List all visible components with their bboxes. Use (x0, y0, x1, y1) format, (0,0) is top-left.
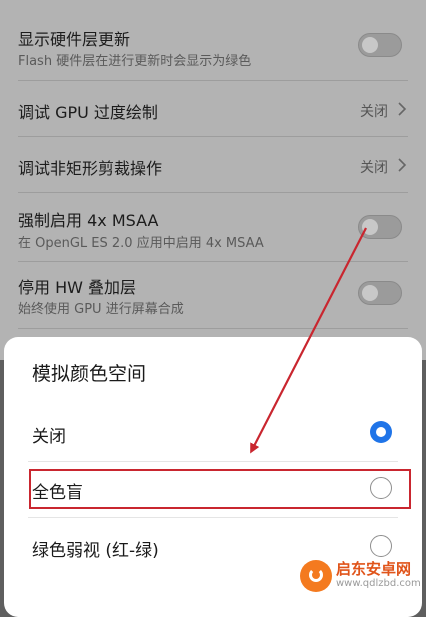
radio-selected-icon[interactable] (370, 421, 392, 443)
setting-force-4x-msaa[interactable]: 强制启用 4x MSAA 在 OpenGL ES 2.0 应用中启用 4x MS… (0, 193, 426, 261)
dialog-title: 模拟颜色空间 (32, 363, 147, 385)
setting-debug-non-rect-clip[interactable]: 调试非矩形剪裁操作 关闭 (0, 137, 426, 192)
setting-show-hw-layer-updates[interactable]: 显示硬件层更新 Flash 硬件层在进行更新时会显示为绿色 (0, 0, 426, 80)
option-label: 关闭 (32, 427, 66, 447)
setting-subtitle: Flash 硬件层在进行更新时会显示为绿色 (18, 54, 252, 69)
toggle-knob (362, 37, 378, 53)
chevron-right-icon (398, 102, 407, 116)
toggle-knob (362, 285, 378, 301)
toggle-switch[interactable] (358, 215, 402, 239)
divider (28, 461, 398, 462)
developer-settings-list: 显示硬件层更新 Flash 硬件层在进行更新时会显示为绿色 调试 GPU 过度绘… (0, 0, 426, 360)
setting-value: 关闭 (360, 160, 388, 176)
divider (18, 328, 408, 329)
toggle-switch[interactable] (358, 33, 402, 57)
watermark-logo-icon (300, 560, 332, 592)
setting-title: 显示硬件层更新 (18, 30, 131, 49)
watermark-url: www.qdlzbd.com (336, 578, 421, 589)
setting-subtitle: 始终使用 GPU 进行屏幕合成 (18, 302, 184, 317)
radio-unselected-icon[interactable] (370, 535, 392, 557)
setting-title: 调试 GPU 过度绘制 (18, 103, 158, 122)
chevron-right-icon (398, 158, 407, 172)
setting-subtitle: 在 OpenGL ES 2.0 应用中启用 4x MSAA (18, 236, 264, 251)
divider (28, 517, 398, 518)
option-off[interactable]: 关闭 (4, 407, 422, 461)
watermark: 启东安卓网 www.qdlzbd.com (296, 556, 424, 596)
setting-disable-hw-overlays[interactable]: 停用 HW 叠加层 始终使用 GPU 进行屏幕合成 (0, 262, 426, 328)
option-label: 绿色弱视 (红-绿) (32, 541, 159, 561)
watermark-name: 启东安卓网 (336, 560, 412, 578)
toggle-knob (362, 219, 378, 235)
highlight-box (29, 469, 411, 509)
toggle-switch[interactable] (358, 281, 402, 305)
setting-title: 停用 HW 叠加层 (18, 278, 137, 297)
setting-debug-gpu-overdraw[interactable]: 调试 GPU 过度绘制 关闭 (0, 81, 426, 136)
setting-title: 强制启用 4x MSAA (18, 211, 159, 230)
setting-value: 关闭 (360, 104, 388, 120)
setting-title: 调试非矩形剪裁操作 (18, 159, 163, 178)
